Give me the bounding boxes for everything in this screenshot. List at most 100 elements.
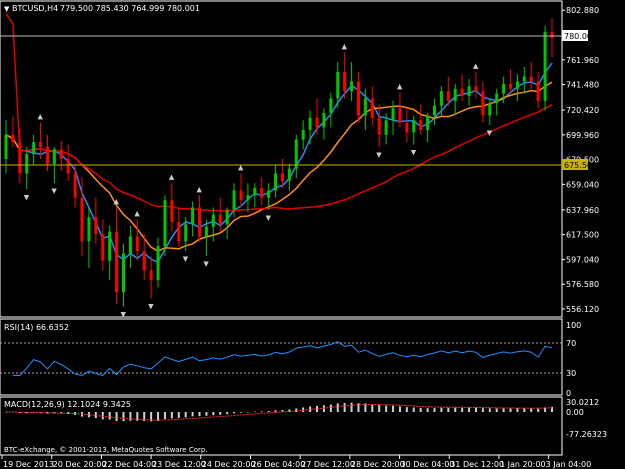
candle-body[interactable] bbox=[522, 76, 526, 82]
candle-body[interactable] bbox=[115, 231, 119, 293]
candle-body[interactable] bbox=[398, 108, 402, 123]
chart-dropdown-arrow-icon[interactable]: ▼ bbox=[4, 5, 10, 13]
candle-body[interactable] bbox=[32, 142, 36, 155]
candle-body[interactable] bbox=[59, 149, 63, 159]
candle-body[interactable] bbox=[550, 31, 554, 38]
candle-body[interactable] bbox=[467, 86, 471, 97]
main-price-panel[interactable] bbox=[0, 0, 563, 318]
candle-body[interactable] bbox=[308, 117, 312, 130]
candle-body[interactable] bbox=[350, 81, 354, 92]
time-axis[interactable]: 19 Dec 201320 Dec 20:0022 Dec 04:0023 De… bbox=[1, 455, 591, 469]
candle-body[interactable] bbox=[66, 159, 70, 174]
candle-body[interactable] bbox=[536, 81, 540, 101]
candle-body[interactable] bbox=[370, 98, 374, 118]
candle-body[interactable] bbox=[356, 81, 360, 116]
candle-body[interactable] bbox=[225, 209, 229, 225]
candle-body[interactable] bbox=[142, 251, 146, 271]
candle-body[interactable] bbox=[267, 190, 271, 198]
candle-body[interactable] bbox=[343, 71, 347, 92]
candle-body[interactable] bbox=[128, 236, 132, 254]
candle-body[interactable] bbox=[232, 190, 236, 210]
candle-body[interactable] bbox=[301, 129, 305, 140]
macd-bar bbox=[129, 412, 132, 421]
candle-body[interactable] bbox=[11, 134, 15, 143]
candle-body[interactable] bbox=[315, 117, 319, 128]
candle-body[interactable] bbox=[363, 98, 367, 116]
candle-body[interactable] bbox=[515, 81, 519, 89]
candle-body[interactable] bbox=[39, 142, 43, 147]
candle-body[interactable] bbox=[287, 168, 291, 181]
candle-body[interactable] bbox=[211, 214, 215, 227]
macd-bar bbox=[509, 408, 512, 412]
candle-body[interactable] bbox=[73, 173, 77, 198]
candle-body[interactable] bbox=[377, 117, 381, 135]
trading-chart[interactable]: ▼▲▼▲▼▲▼▲▼▲▼▲▼▲▼▲▼▲▼ ▼ BTCUSD,H4 779.500 … bbox=[0, 0, 625, 469]
candle-body[interactable] bbox=[529, 76, 533, 82]
candle-body[interactable] bbox=[384, 120, 388, 135]
candle-body[interactable] bbox=[391, 108, 395, 121]
candle-body[interactable] bbox=[453, 88, 457, 101]
candle-body[interactable] bbox=[191, 207, 195, 225]
candle-body[interactable] bbox=[253, 188, 257, 196]
candle-body[interactable] bbox=[239, 190, 243, 201]
candle-body[interactable] bbox=[204, 226, 208, 237]
candle-body[interactable] bbox=[274, 173, 278, 191]
candle-body[interactable] bbox=[419, 120, 423, 130]
candle-body[interactable] bbox=[543, 31, 547, 101]
macd-bar bbox=[157, 412, 160, 421]
macd-bar bbox=[537, 408, 540, 412]
candle-body[interactable] bbox=[246, 195, 250, 201]
macd-axis-zero: 0.00 bbox=[566, 408, 584, 417]
candle-body[interactable] bbox=[433, 105, 437, 116]
macd-bar bbox=[122, 412, 125, 422]
time-tick-label: 30 Dec 04:00 bbox=[401, 460, 455, 469]
macd-bar bbox=[405, 407, 408, 412]
candle-body[interactable] bbox=[509, 83, 513, 89]
macd-bar bbox=[322, 405, 325, 412]
candle-body[interactable] bbox=[184, 224, 188, 242]
macd-bar bbox=[412, 407, 415, 412]
candle-body[interactable] bbox=[149, 270, 153, 281]
candle-body[interactable] bbox=[170, 200, 174, 222]
candle-body[interactable] bbox=[481, 91, 485, 116]
candle-body[interactable] bbox=[446, 91, 450, 101]
candle-body[interactable] bbox=[52, 149, 56, 164]
candle-body[interactable] bbox=[18, 142, 22, 174]
candle-body[interactable] bbox=[218, 214, 222, 225]
candle-body[interactable] bbox=[260, 188, 264, 198]
candle-body[interactable] bbox=[329, 98, 333, 113]
candle-body[interactable] bbox=[474, 86, 478, 92]
candle-body[interactable] bbox=[101, 234, 105, 261]
candle-body[interactable] bbox=[108, 231, 112, 261]
candle-body[interactable] bbox=[87, 217, 91, 242]
candle-body[interactable] bbox=[426, 115, 430, 130]
candle-body[interactable] bbox=[405, 122, 409, 133]
price-tick-label: 597.040 bbox=[566, 255, 599, 264]
candle-body[interactable] bbox=[163, 200, 167, 247]
candle-body[interactable] bbox=[502, 83, 506, 94]
candle-body[interactable] bbox=[135, 236, 139, 252]
candle-body[interactable] bbox=[336, 71, 340, 99]
rsi-panel[interactable] bbox=[0, 318, 563, 396]
candle-body[interactable] bbox=[280, 173, 284, 181]
candle-body[interactable] bbox=[4, 134, 8, 159]
macd-bar bbox=[191, 412, 194, 417]
candle-body[interactable] bbox=[198, 207, 202, 237]
macd-bar bbox=[267, 411, 270, 412]
candle-body[interactable] bbox=[439, 91, 443, 106]
candle-body[interactable] bbox=[294, 139, 298, 169]
candle-body[interactable] bbox=[25, 154, 29, 174]
candle-body[interactable] bbox=[156, 246, 160, 281]
macd-bar bbox=[392, 405, 395, 412]
candle-body[interactable] bbox=[488, 103, 492, 116]
candle-body[interactable] bbox=[177, 221, 181, 242]
candle-body[interactable] bbox=[94, 217, 98, 235]
candle-body[interactable] bbox=[80, 197, 84, 242]
candle-body[interactable] bbox=[121, 253, 125, 293]
candle-body[interactable] bbox=[460, 88, 464, 97]
rsi-label: RSI(14) 66.6352 bbox=[4, 323, 69, 332]
candle-body[interactable] bbox=[322, 112, 326, 128]
candle-body[interactable] bbox=[412, 120, 416, 133]
candle-body[interactable] bbox=[495, 93, 499, 104]
candle-body[interactable] bbox=[45, 146, 49, 164]
